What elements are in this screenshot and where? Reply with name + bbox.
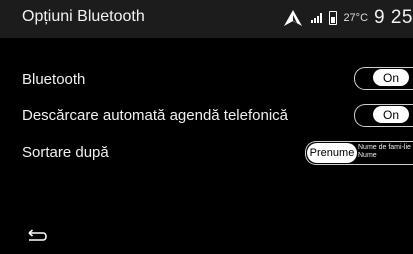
bluetooth-toggle[interactable]: On	[354, 67, 413, 90]
page-title: Opțiuni Bluetooth	[22, 8, 145, 25]
navigation-arrow-icon[interactable]	[283, 9, 303, 27]
bluetooth-label: Bluetooth	[22, 71, 86, 88]
auto-download-toggle-value: On	[373, 106, 409, 123]
auto-download-label: Descărcare automată agendă telefonică	[22, 107, 289, 124]
battery-icon	[329, 11, 338, 25]
bluetooth-toggle-value: On	[373, 69, 409, 86]
sort-selector[interactable]: Prenume Nume de fami-lie Nume	[305, 141, 413, 165]
sort-label: Sortare după	[22, 144, 109, 161]
auto-download-toggle[interactable]: On	[354, 104, 413, 127]
header-bar: Opțiuni Bluetooth 27°C 9 25	[0, 0, 413, 38]
sort-option-first-name[interactable]: Prenume	[307, 143, 357, 163]
sort-option-last-name[interactable]: Nume de fami-lie Nume	[358, 144, 412, 160]
clock: 9 25	[374, 7, 413, 28]
status-bar: 27°C 9 25	[283, 6, 413, 30]
signal-icon	[311, 13, 323, 23]
temperature: 27°C	[343, 12, 369, 24]
back-arrow-icon[interactable]	[26, 229, 48, 243]
